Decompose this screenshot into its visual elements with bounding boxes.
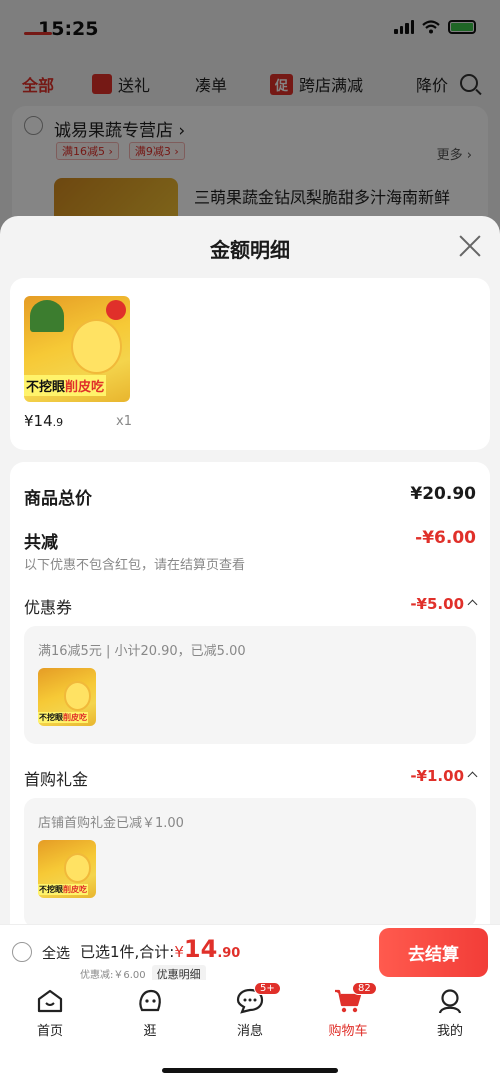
dim-overlay[interactable] (0, 0, 500, 240)
checkout-bar: 全选 已选1件,合计:¥14.90 优惠减:￥6.00 优惠明细 去结算 (0, 924, 500, 983)
coupon-detail-box: 满16减5元 | 小计20.90，已减5.00 不挖眼削皮吃 (24, 626, 476, 744)
stroll-icon (136, 988, 164, 1014)
first-gift-label: 首购礼金 (24, 770, 89, 789)
message-badge: 5+ (254, 982, 281, 995)
cart-badge: 82 (352, 982, 377, 995)
checkout-button[interactable]: 去结算 (379, 928, 488, 977)
tab-bar: 首页 逛 5+ 消息 82 购物车 我的 (0, 980, 500, 1082)
tab-profile-label: 我的 (436, 1024, 463, 1039)
total-reduce-label: 共减 (24, 533, 58, 553)
coupon-toggle[interactable]: -¥5.00 (410, 595, 478, 613)
checkout-summary: 已选1件,合计:¥14.90 (80, 935, 241, 963)
total-price-label: 商品总价 (24, 489, 92, 509)
tab-cart-label: 购物车 (328, 1024, 368, 1039)
close-icon[interactable] (458, 234, 482, 258)
tab-message-label: 消息 (236, 1024, 263, 1039)
product-card: 不挖眼削皮吃 ¥14.9 x1 (10, 278, 490, 450)
chevron-up-icon (467, 599, 478, 610)
tab-cart[interactable]: 82 购物车 (318, 982, 378, 1039)
chevron-up-icon (467, 771, 478, 782)
first-gift-value: -¥1.00 (410, 767, 464, 785)
coupon-detail-text: 满16减5元 | 小计20.90，已减5.00 (38, 644, 246, 659)
profile-icon (436, 988, 464, 1014)
amount-detail-sheet: 金额明细 不挖眼削皮吃 ¥14.9 x1 商品总价 ¥20.90 共减 -¥6.… (0, 216, 500, 924)
product-quantity: x1 (116, 414, 132, 429)
tab-home[interactable]: 首页 (20, 988, 80, 1039)
product-image[interactable]: 不挖眼削皮吃 (24, 296, 130, 402)
coupon-value: -¥5.00 (410, 595, 464, 613)
product-price: ¥14.9 (24, 412, 64, 430)
first-gift-detail-text: 店铺首购礼金已减￥1.00 (38, 816, 184, 831)
tab-stroll-label: 逛 (143, 1024, 157, 1039)
tab-message[interactable]: 5+ 消息 (220, 982, 281, 1039)
message-icon: 5+ (236, 982, 281, 1014)
check-badge-icon (106, 300, 126, 320)
total-price-value: ¥20.90 (410, 484, 476, 504)
home-indicator (162, 1068, 338, 1073)
tab-home-label: 首页 (36, 1024, 63, 1039)
select-all-radio[interactable] (12, 942, 32, 962)
price-detail-card: 商品总价 ¥20.90 共减 -¥6.00 以下优惠不包含红包，请在结算页查看 … (10, 462, 490, 924)
first-gift-product-image: 不挖眼削皮吃 (38, 840, 96, 898)
home-icon (36, 988, 64, 1014)
coupon-product-image: 不挖眼削皮吃 (38, 668, 96, 726)
product-image-caption: 不挖眼削皮吃 (24, 374, 107, 396)
total-reduce-value: -¥6.00 (415, 528, 476, 548)
select-all-label[interactable]: 全选 (42, 943, 70, 963)
first-gift-detail-box: 店铺首购礼金已减￥1.00 不挖眼削皮吃 (24, 798, 476, 924)
tab-stroll[interactable]: 逛 (120, 988, 180, 1039)
first-gift-toggle[interactable]: -¥1.00 (410, 767, 478, 785)
coupon-label: 优惠券 (24, 598, 73, 617)
discount-note: 以下优惠不包含红包，请在结算页查看 (24, 558, 246, 573)
cart-icon: 82 (334, 982, 377, 1014)
tab-profile[interactable]: 我的 (420, 988, 480, 1039)
sheet-title: 金额明细 (210, 238, 290, 262)
